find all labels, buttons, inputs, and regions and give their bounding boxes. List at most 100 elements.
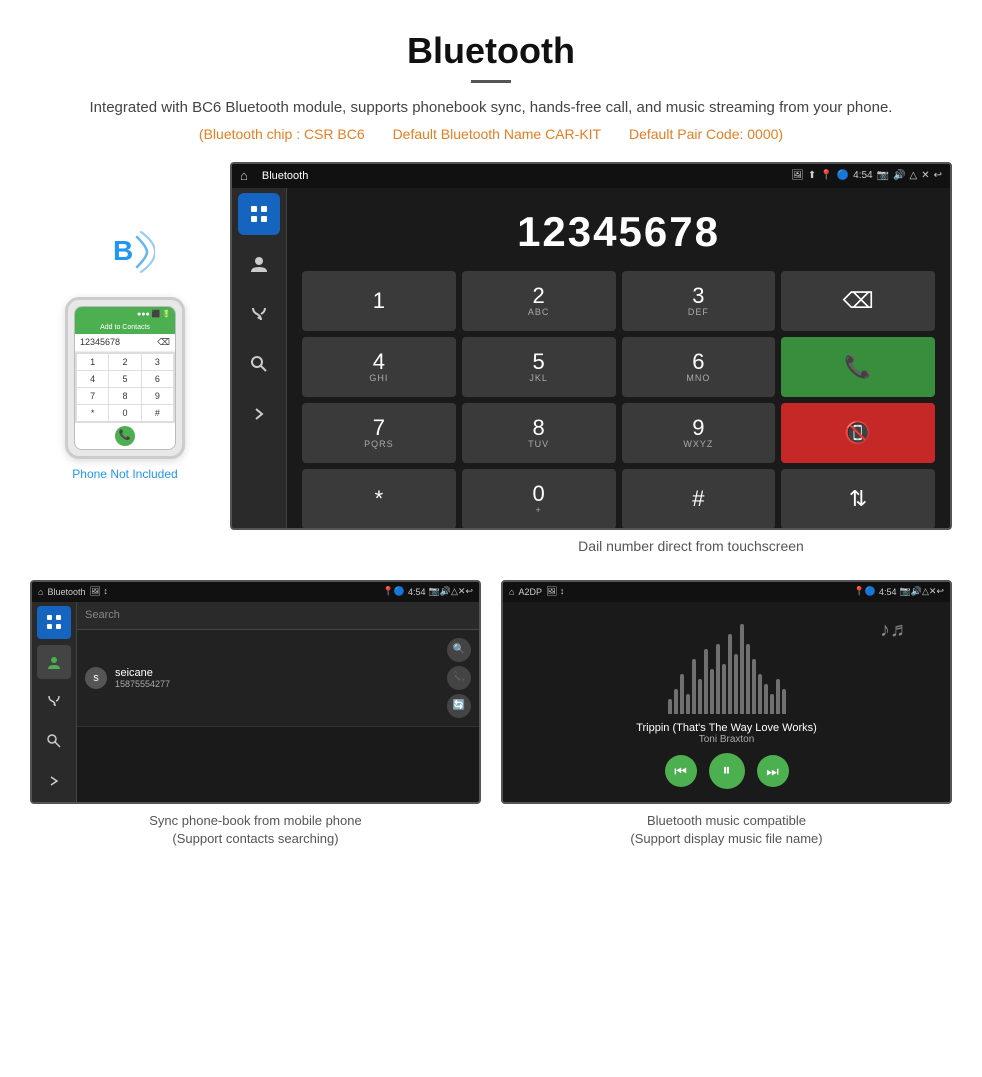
hu-key-end[interactable]: 📵	[781, 403, 935, 463]
pb-sidebar-contacts[interactable]	[37, 645, 71, 679]
hu-key-hash[interactable]: #	[622, 469, 776, 529]
page-header: Bluetooth Integrated with BC6 Bluetooth …	[0, 0, 982, 152]
eq-bar	[704, 649, 708, 714]
key-6-main: 6	[692, 351, 704, 373]
music-controls: ⏮ ⏸ ⏭	[665, 753, 789, 789]
eq-bar	[716, 644, 720, 714]
phone-key-1[interactable]: 1	[77, 354, 108, 370]
eq-bar	[758, 674, 762, 714]
phone-key-4[interactable]: 4	[77, 371, 108, 387]
contact-row: s seicane 15875554277 🔍 📞 🔄	[77, 630, 479, 727]
hu-key-2[interactable]: 2 ABC	[462, 271, 616, 331]
music-song-title: Trippin (That's The Way Love Works)	[636, 722, 817, 734]
status-gallery-icon: 🖼	[791, 170, 804, 181]
key-7-sub: PQRS	[364, 439, 394, 449]
phone-dial-row: 📞	[75, 423, 175, 449]
phone-key-3[interactable]: 3	[142, 354, 173, 370]
phonebook-caption-line1: Sync phone-book from mobile phone	[149, 812, 361, 830]
hu-key-backspace[interactable]: ⌫	[781, 271, 935, 331]
key-8-sub: TUV	[528, 439, 549, 449]
pb-status-icons: 🖼 ↕	[89, 586, 107, 597]
eq-bar	[722, 664, 726, 714]
pb-sidebar-call[interactable]	[37, 685, 71, 719]
pb-sidebar-grid[interactable]	[37, 606, 71, 640]
music-caption-line2: (Support display music file name)	[630, 830, 822, 848]
hu-key-star[interactable]: *	[302, 469, 456, 529]
contact-sync-btn[interactable]: 🔄	[447, 694, 471, 718]
pb-status-right: 📍🔵 4:54 📷🔊△✕↩	[383, 586, 473, 597]
prev-track-button[interactable]: ⏮	[665, 755, 697, 787]
phone-key-hash[interactable]: #	[142, 405, 173, 421]
main-screen-caption: Dail number direct from touchscreen	[230, 530, 952, 570]
phone-key-5[interactable]: 5	[109, 371, 140, 387]
eq-bar	[686, 694, 690, 714]
svg-text:B: B	[113, 235, 133, 266]
phonebook-search-bar[interactable]: Search	[77, 602, 479, 630]
status-back-icon[interactable]: ↩	[934, 170, 942, 181]
sidebar-item-call-transfer[interactable]	[238, 293, 280, 335]
music-caption-line1: Bluetooth music compatible	[630, 812, 822, 830]
music-home-icon[interactable]: ⌂	[509, 587, 514, 597]
phone-dial-button[interactable]: 📞	[115, 426, 135, 446]
search-placeholder: Search	[85, 609, 120, 621]
hu-key-1[interactable]: 1	[302, 271, 456, 331]
bt-pair: Default Pair Code: 0000)	[629, 126, 783, 142]
status-x-icon: ✕	[921, 170, 929, 181]
hu-key-8[interactable]: 8 TUV	[462, 403, 616, 463]
hu-key-3[interactable]: 3 DEF	[622, 271, 776, 331]
sidebar-item-search[interactable]	[238, 343, 280, 385]
hu-key-5[interactable]: 5 JKL	[462, 337, 616, 397]
phone-screen: ●●● ⬛ 🔋 Add to Contacts 12345678 ⌫ 1 2 3…	[74, 306, 176, 450]
phone-key-star[interactable]: *	[77, 405, 108, 421]
dialed-number-display: 12345678	[302, 198, 935, 271]
next-track-button[interactable]: ⏭	[757, 755, 789, 787]
main-display-section: B ●●● ⬛ 🔋 Add to Contacts 12345678 ⌫ 1	[0, 152, 982, 580]
hu-key-6[interactable]: 6 MNO	[622, 337, 776, 397]
phone-key-0[interactable]: 0	[109, 405, 140, 421]
eq-bar	[740, 624, 744, 714]
bottom-screens-section: ⌂ Bluetooth 🖼 ↕ 📍🔵 4:54 📷🔊△✕↩	[0, 580, 982, 852]
phone-key-2[interactable]: 2	[109, 354, 140, 370]
hu-body: 12345678 1 2 ABC 3 DEF	[232, 188, 950, 528]
phone-mockup: ●●● ⬛ 🔋 Add to Contacts 12345678 ⌫ 1 2 3…	[65, 297, 185, 459]
hu-key-0[interactable]: 0 +	[462, 469, 616, 529]
key-1-main: 1	[373, 290, 385, 312]
hu-key-call[interactable]: 📞	[781, 337, 935, 397]
music-artist: Toni Braxton	[699, 734, 755, 745]
pb-sidebar-bluetooth[interactable]	[37, 764, 71, 798]
eq-bar	[710, 669, 714, 714]
sidebar-item-contacts[interactable]	[238, 243, 280, 285]
eq-bar	[770, 694, 774, 714]
hu-key-7[interactable]: 7 PQRS	[302, 403, 456, 463]
hu-dialer-content: 12345678 1 2 ABC 3 DEF	[287, 188, 950, 528]
key-7-main: 7	[373, 417, 385, 439]
phone-key-7[interactable]: 7	[77, 388, 108, 404]
phone-key-9[interactable]: 9	[142, 388, 173, 404]
pb-status-left: ⌂ Bluetooth 🖼 ↕	[38, 586, 108, 597]
music-status-bar: ⌂ A2DP 🖼 ↕ 📍🔵 4:54 📷🔊△✕↩	[503, 582, 950, 602]
bt-name: Default Bluetooth Name CAR-KIT	[393, 126, 602, 142]
contact-call-btn[interactable]: 📞	[447, 666, 471, 690]
home-icon[interactable]: ⌂	[240, 168, 248, 183]
hu-key-4[interactable]: 4 GHI	[302, 337, 456, 397]
phone-key-8[interactable]: 8	[109, 388, 140, 404]
pb-sidebar-search[interactable]	[37, 724, 71, 758]
bt-chip: (Bluetooth chip : CSR BC6	[199, 126, 365, 142]
music-caption: Bluetooth music compatible (Support disp…	[626, 804, 826, 852]
phonebook-status-bar: ⌂ Bluetooth 🖼 ↕ 📍🔵 4:54 📷🔊△✕↩	[32, 582, 479, 602]
contact-search-btn[interactable]: 🔍	[447, 638, 471, 662]
sidebar-item-grid[interactable]	[238, 193, 280, 235]
hu-key-transfer[interactable]: ⇅	[781, 469, 935, 529]
hu-screen-title: Bluetooth	[262, 170, 308, 182]
status-time: 4:54	[853, 170, 872, 181]
phone-key-6[interactable]: 6	[142, 371, 173, 387]
phone-backspace: ⌫	[157, 337, 170, 348]
music-screen: ⌂ A2DP 🖼 ↕ 📍🔵 4:54 📷🔊△✕↩ ♪♬	[501, 580, 952, 804]
play-pause-button[interactable]: ⏸	[709, 753, 745, 789]
pb-home-icon[interactable]: ⌂	[38, 587, 43, 597]
phonebook-body: Search s seicane 15875554277 🔍 📞 🔄	[32, 602, 479, 802]
sidebar-item-bluetooth[interactable]	[238, 393, 280, 435]
hu-key-9[interactable]: 9 WXYZ	[622, 403, 776, 463]
key-end-icon: 📵	[844, 422, 871, 444]
key-2-main: 2	[533, 285, 545, 307]
